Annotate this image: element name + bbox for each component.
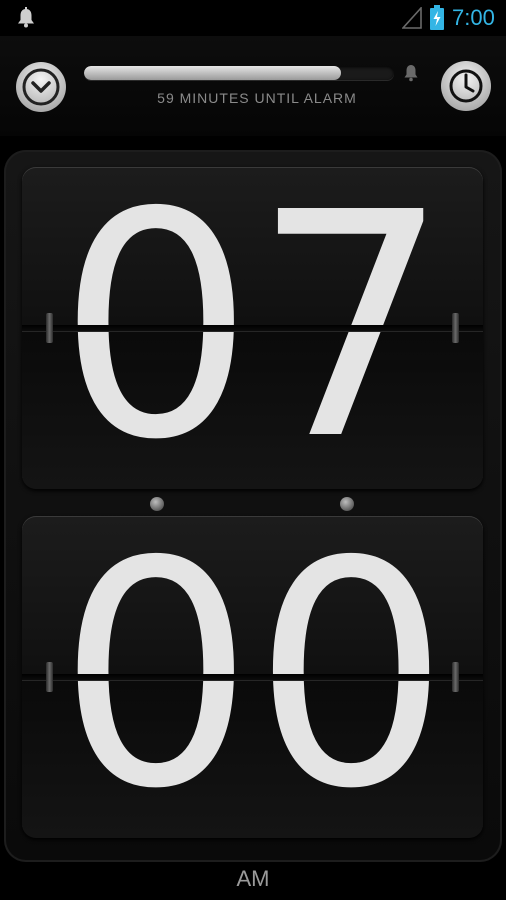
alarm-bell-icon xyxy=(404,65,418,82)
alarm-progress-bar xyxy=(84,66,394,80)
flip-seam xyxy=(22,674,483,680)
alarm-progress-fill xyxy=(84,66,342,80)
battery-charging-icon xyxy=(430,5,444,30)
colon-dot xyxy=(340,497,354,511)
status-time: 7:00 xyxy=(452,5,495,30)
hours-card: 07 xyxy=(22,167,483,489)
clock-button[interactable] xyxy=(440,60,492,112)
status-bar: 7:00 xyxy=(0,0,506,36)
minutes-card: 00 xyxy=(22,516,483,838)
flip-seam xyxy=(22,325,483,331)
signal-icon xyxy=(402,7,422,29)
hinge-left xyxy=(46,313,53,343)
hinge-left xyxy=(46,662,53,692)
colon-dot xyxy=(150,497,164,511)
hinge-right xyxy=(452,662,459,692)
notification-bell-icon xyxy=(18,7,34,28)
hinge-right xyxy=(452,313,459,343)
collapse-button[interactable] xyxy=(15,61,67,113)
minutes-until-alarm-label: 59 MINUTES UNTIL ALARM xyxy=(157,90,357,106)
alarm-panel: 59 MINUTES UNTIL ALARM xyxy=(0,36,506,136)
am-pm-label: AM xyxy=(236,866,270,891)
